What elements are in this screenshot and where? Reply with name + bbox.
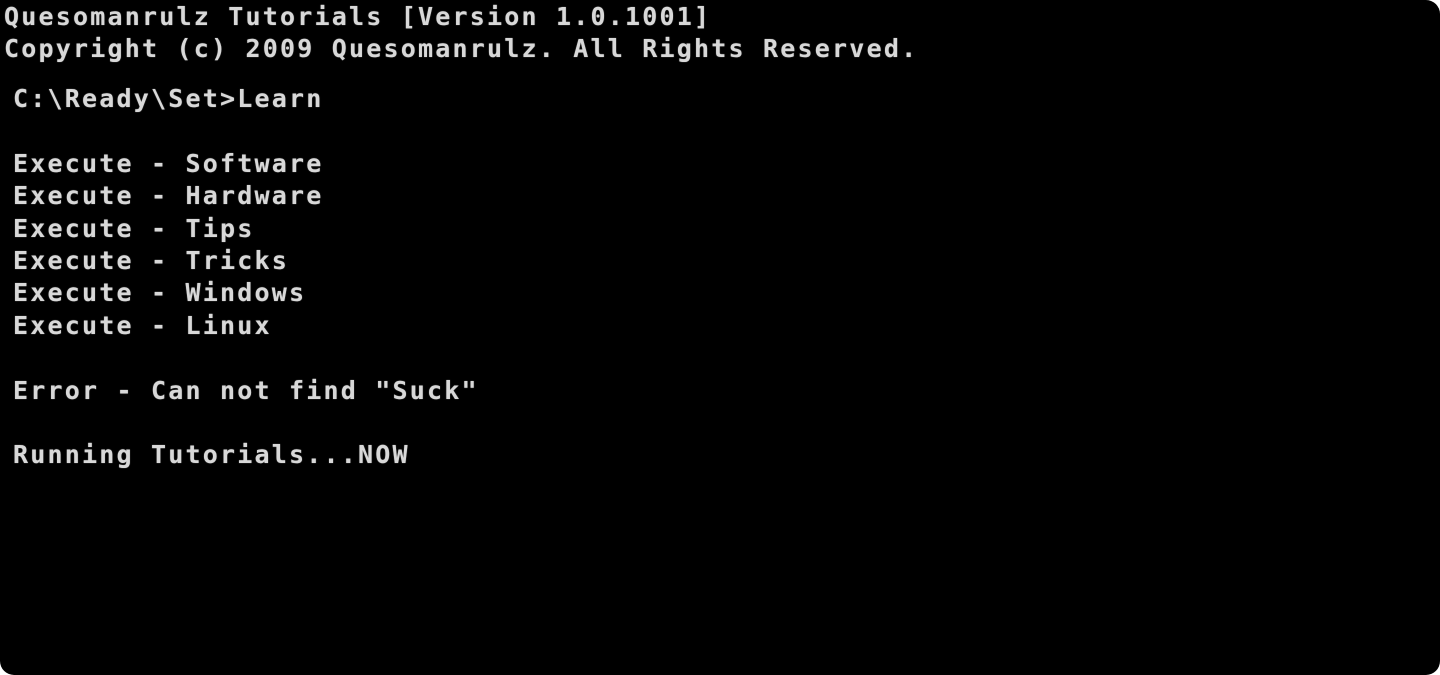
execute-line-tips: Execute - Tips xyxy=(13,214,255,243)
error-message-line: Error - Can not find "Suck" xyxy=(13,376,479,405)
command-prompt-line: C:\Ready\Set>Learn xyxy=(13,84,324,113)
console-window[interactable]: Quesomanrulz Tutorials [Version 1.0.1001… xyxy=(0,0,1440,675)
execute-line-hardware: Execute - Hardware xyxy=(13,181,324,210)
execute-line-software: Execute - Software xyxy=(13,149,324,178)
status-line: Running Tutorials...NOW xyxy=(13,440,410,469)
console-title-line: Quesomanrulz Tutorials [Version 1.0.1001… xyxy=(4,2,712,31)
execute-line-linux: Execute - Linux xyxy=(13,311,272,340)
console-copyright-line: Copyright (c) 2009 Quesomanrulz. All Rig… xyxy=(4,34,919,63)
execute-line-windows: Execute - Windows xyxy=(13,278,307,307)
execute-line-tricks: Execute - Tricks xyxy=(13,246,290,275)
